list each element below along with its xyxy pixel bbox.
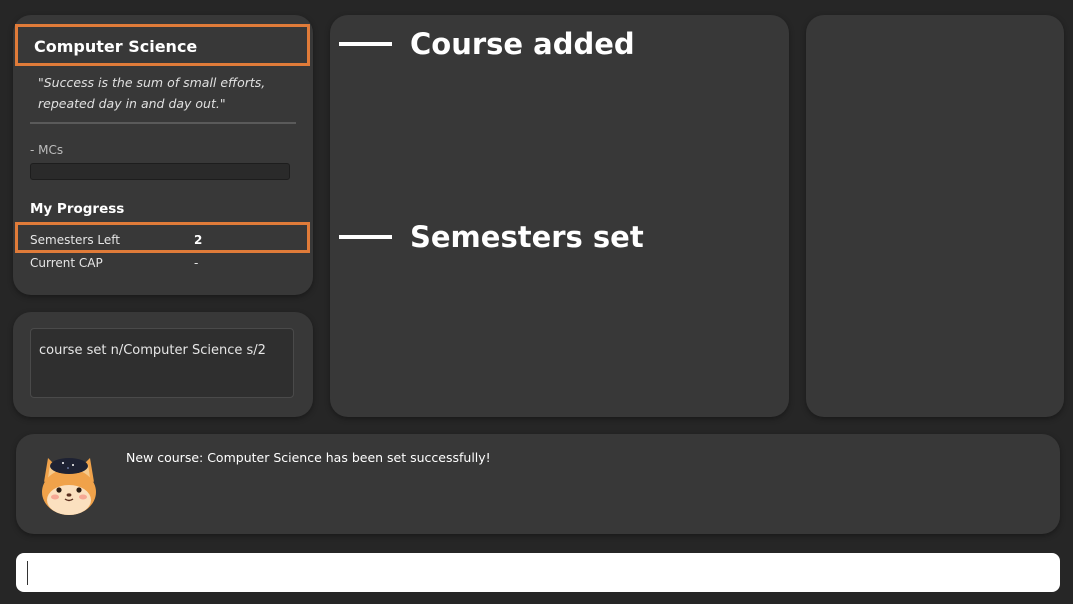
text-caret bbox=[27, 561, 28, 585]
mcs-label: - MCs bbox=[30, 143, 64, 157]
progress-heading: My Progress bbox=[30, 201, 125, 217]
main-list-panel bbox=[330, 15, 789, 417]
current-cap-value: - bbox=[194, 256, 199, 270]
mcs-progress-bar bbox=[30, 163, 290, 180]
divider bbox=[30, 122, 296, 124]
command-echo-panel: course set n/Computer Science s/2 bbox=[13, 312, 313, 417]
result-display-panel: New course: Computer Science has been se… bbox=[16, 434, 1060, 534]
course-title: Computer Science bbox=[34, 37, 198, 56]
result-message: New course: Computer Science has been se… bbox=[126, 450, 491, 465]
course-added-callout: Course added bbox=[410, 27, 635, 61]
command-input[interactable] bbox=[16, 553, 1060, 592]
side-list-panel bbox=[806, 15, 1064, 417]
cat-mascot-icon bbox=[36, 452, 102, 518]
semesters-left-value: 2 bbox=[194, 233, 203, 247]
course-added-pointer bbox=[339, 42, 392, 46]
course-info-panel: Computer Science "Success is the sum of … bbox=[13, 15, 313, 295]
command-echo-field[interactable]: course set n/Computer Science s/2 bbox=[30, 328, 294, 398]
motivational-quote: "Success is the sum of small efforts, re… bbox=[38, 75, 266, 111]
semesters-set-pointer bbox=[339, 235, 392, 239]
current-cap-label: Current CAP bbox=[30, 256, 103, 270]
semesters-set-callout: Semesters set bbox=[410, 220, 644, 254]
semesters-left-label: Semesters Left bbox=[30, 233, 120, 247]
